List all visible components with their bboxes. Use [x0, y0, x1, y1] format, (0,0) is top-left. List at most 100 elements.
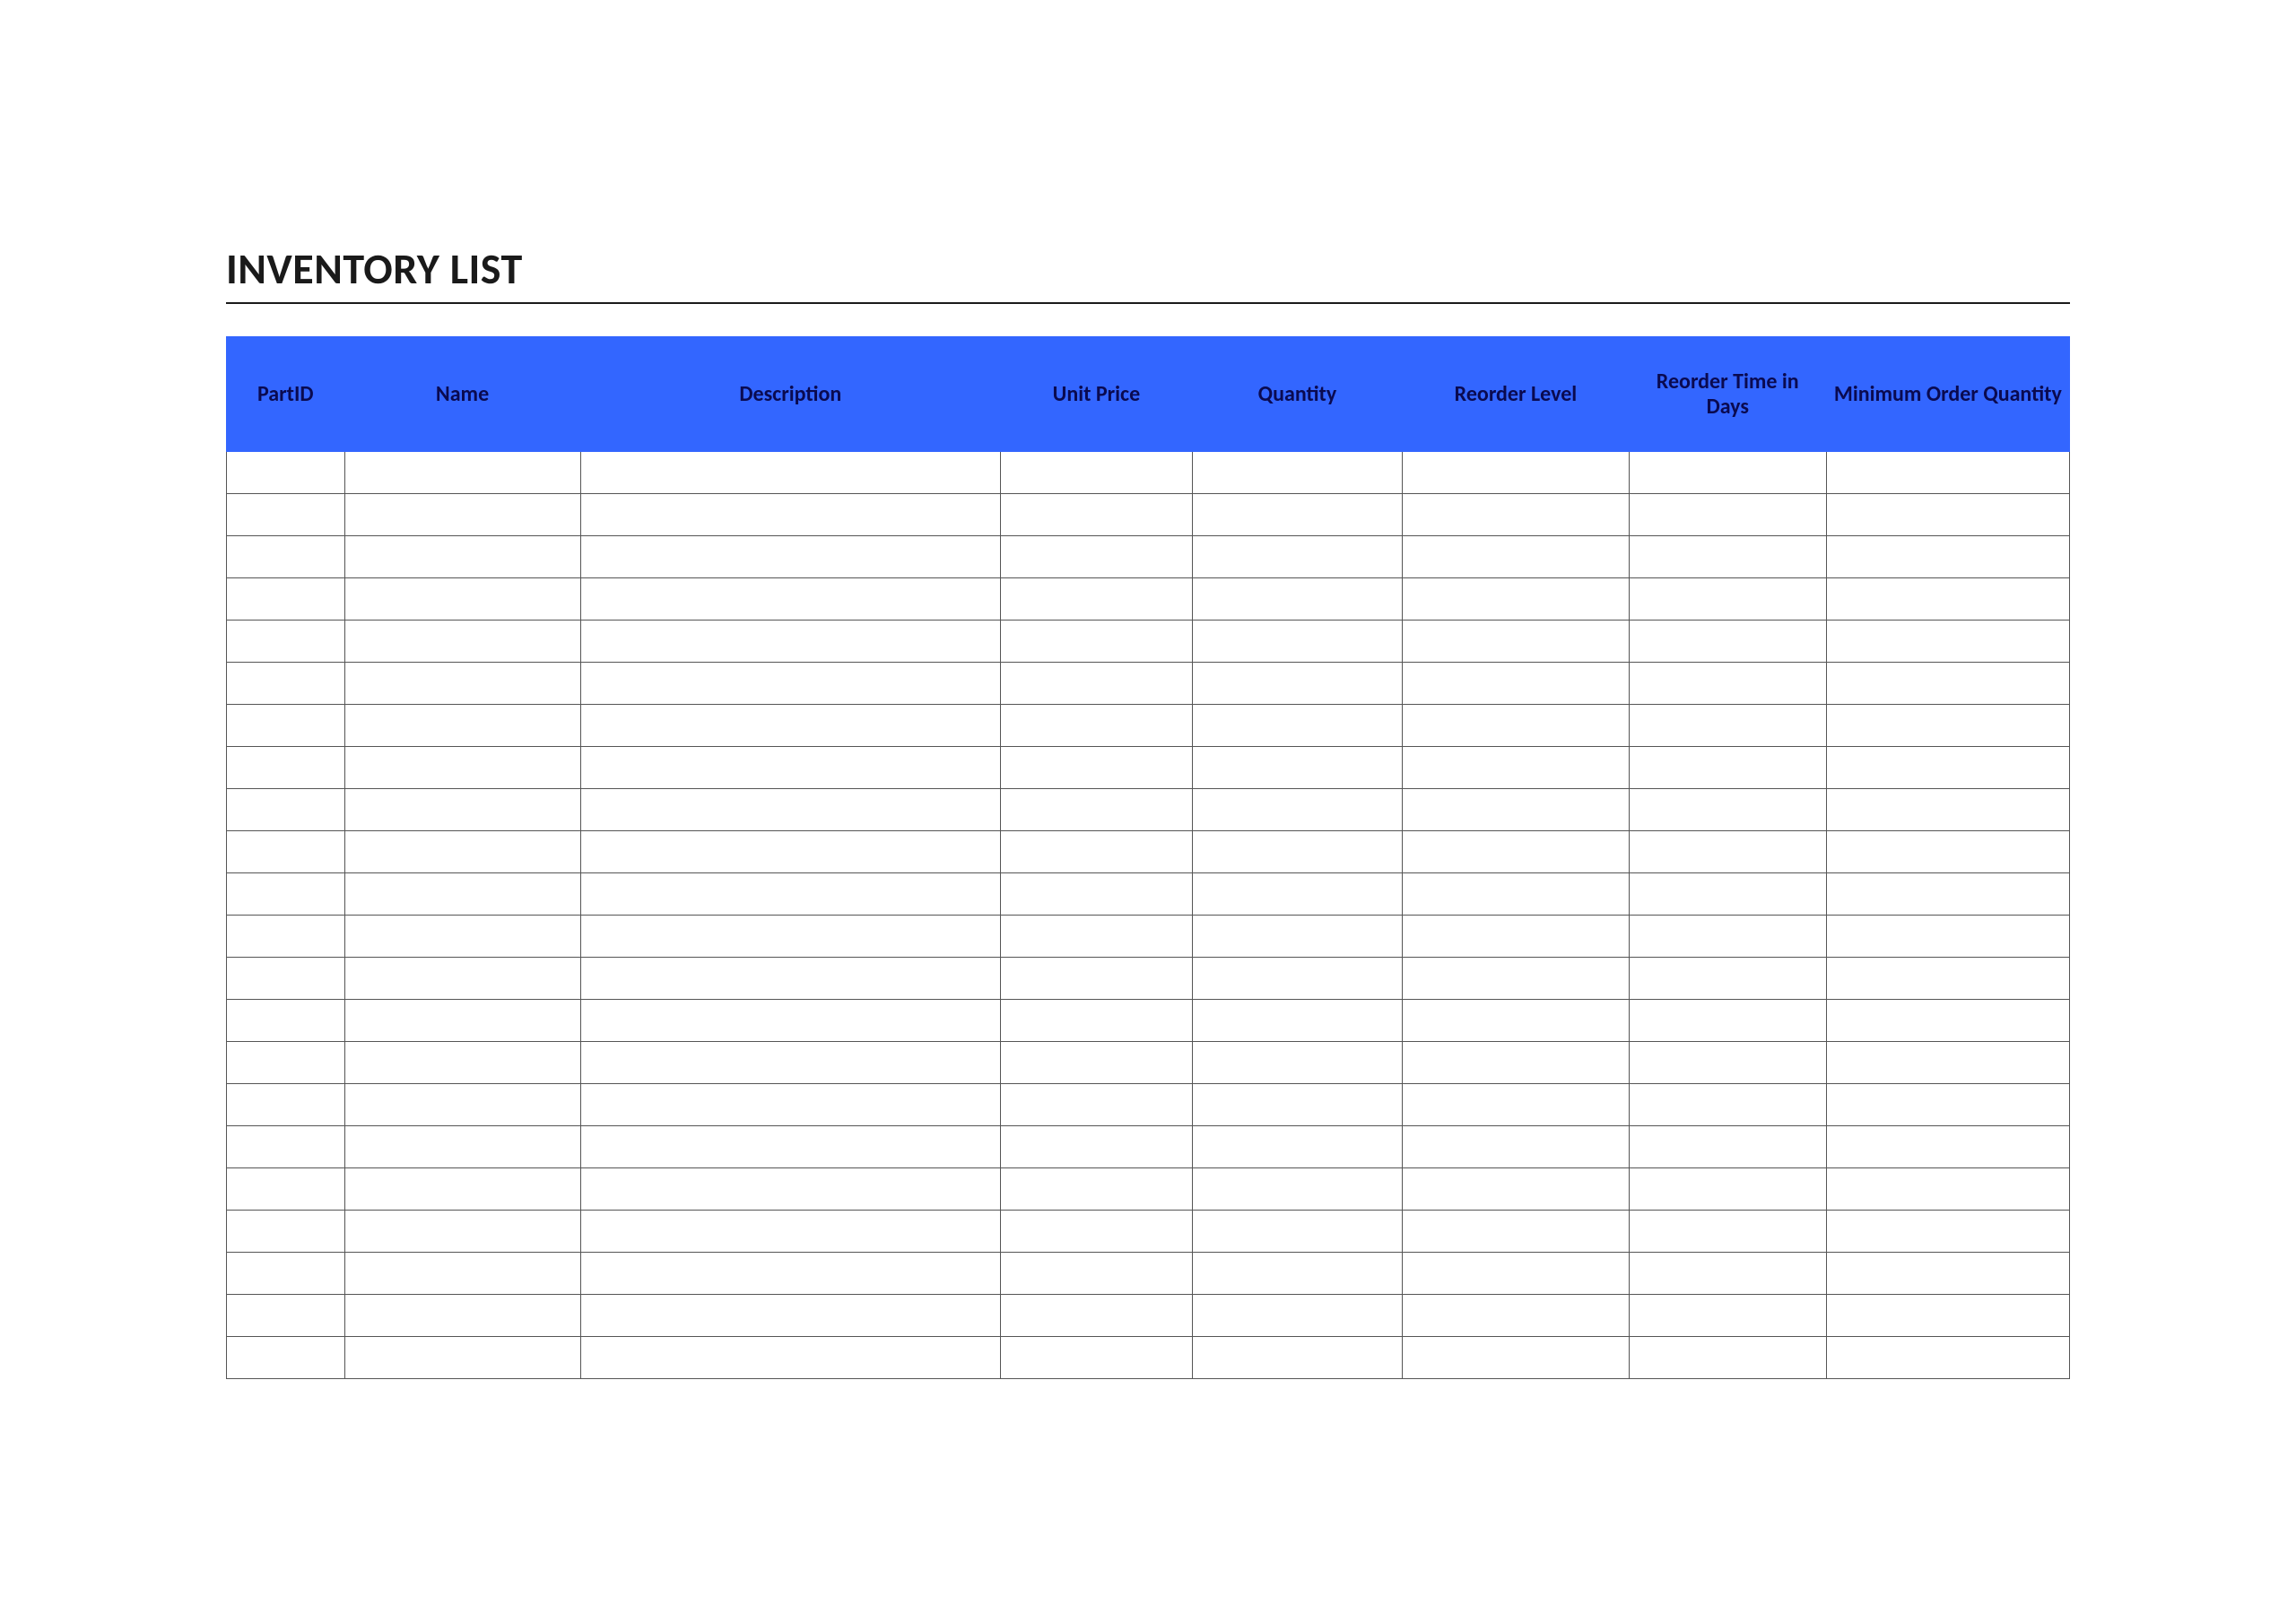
table-cell[interactable]: [1826, 747, 2069, 789]
table-cell[interactable]: [580, 1084, 1001, 1126]
table-cell[interactable]: [1001, 1211, 1193, 1253]
table-cell[interactable]: [1403, 873, 1630, 916]
table-cell[interactable]: [580, 705, 1001, 747]
table-cell[interactable]: [1001, 1253, 1193, 1295]
table-cell[interactable]: [1629, 831, 1826, 873]
table-cell[interactable]: [580, 1211, 1001, 1253]
table-cell[interactable]: [1629, 1211, 1826, 1253]
table-cell[interactable]: [227, 1084, 345, 1126]
table-cell[interactable]: [1629, 536, 1826, 578]
table-cell[interactable]: [1192, 494, 1402, 536]
table-cell[interactable]: [580, 1126, 1001, 1168]
table-cell[interactable]: [1001, 873, 1193, 916]
table-cell[interactable]: [1192, 578, 1402, 621]
table-cell[interactable]: [1629, 958, 1826, 1000]
table-cell[interactable]: [1001, 958, 1193, 1000]
table-cell[interactable]: [1826, 578, 2069, 621]
table-cell[interactable]: [580, 621, 1001, 663]
table-cell[interactable]: [1629, 1084, 1826, 1126]
table-cell[interactable]: [1001, 1168, 1193, 1211]
table-cell[interactable]: [344, 578, 580, 621]
table-cell[interactable]: [580, 958, 1001, 1000]
table-cell[interactable]: [1192, 1168, 1402, 1211]
table-cell[interactable]: [1403, 1168, 1630, 1211]
table-cell[interactable]: [1001, 1084, 1193, 1126]
table-cell[interactable]: [1403, 705, 1630, 747]
table-cell[interactable]: [1001, 663, 1193, 705]
table-cell[interactable]: [580, 831, 1001, 873]
table-cell[interactable]: [1826, 1168, 2069, 1211]
table-cell[interactable]: [227, 747, 345, 789]
table-cell[interactable]: [1001, 1337, 1193, 1379]
table-cell[interactable]: [1403, 747, 1630, 789]
table-cell[interactable]: [1826, 1295, 2069, 1337]
table-cell[interactable]: [344, 494, 580, 536]
table-cell[interactable]: [1403, 621, 1630, 663]
table-cell[interactable]: [580, 663, 1001, 705]
table-cell[interactable]: [1001, 494, 1193, 536]
table-cell[interactable]: [1826, 705, 2069, 747]
table-cell[interactable]: [227, 452, 345, 494]
table-cell[interactable]: [1001, 578, 1193, 621]
table-cell[interactable]: [1192, 831, 1402, 873]
table-cell[interactable]: [1403, 1295, 1630, 1337]
table-cell[interactable]: [1826, 1042, 2069, 1084]
table-cell[interactable]: [1403, 1126, 1630, 1168]
table-cell[interactable]: [1826, 1211, 2069, 1253]
table-cell[interactable]: [1192, 1126, 1402, 1168]
table-cell[interactable]: [1403, 789, 1630, 831]
table-cell[interactable]: [227, 831, 345, 873]
table-cell[interactable]: [1826, 958, 2069, 1000]
table-cell[interactable]: [1192, 1295, 1402, 1337]
table-cell[interactable]: [344, 1168, 580, 1211]
table-cell[interactable]: [1826, 789, 2069, 831]
table-cell[interactable]: [1001, 1126, 1193, 1168]
table-cell[interactable]: [227, 789, 345, 831]
table-cell[interactable]: [1629, 1337, 1826, 1379]
table-cell[interactable]: [580, 1000, 1001, 1042]
table-cell[interactable]: [1826, 663, 2069, 705]
table-cell[interactable]: [1826, 452, 2069, 494]
table-cell[interactable]: [1192, 916, 1402, 958]
table-cell[interactable]: [1192, 873, 1402, 916]
table-cell[interactable]: [227, 1168, 345, 1211]
table-cell[interactable]: [1192, 452, 1402, 494]
table-cell[interactable]: [1001, 536, 1193, 578]
table-cell[interactable]: [344, 1000, 580, 1042]
table-cell[interactable]: [1192, 705, 1402, 747]
table-cell[interactable]: [1192, 1042, 1402, 1084]
table-cell[interactable]: [344, 663, 580, 705]
table-cell[interactable]: [227, 705, 345, 747]
table-cell[interactable]: [1629, 873, 1826, 916]
table-cell[interactable]: [344, 789, 580, 831]
table-cell[interactable]: [1826, 873, 2069, 916]
table-cell[interactable]: [344, 1126, 580, 1168]
table-cell[interactable]: [1001, 1042, 1193, 1084]
table-cell[interactable]: [344, 873, 580, 916]
table-cell[interactable]: [580, 873, 1001, 916]
table-cell[interactable]: [1629, 1126, 1826, 1168]
table-cell[interactable]: [1403, 916, 1630, 958]
table-cell[interactable]: [227, 578, 345, 621]
table-cell[interactable]: [1192, 1211, 1402, 1253]
table-cell[interactable]: [580, 1295, 1001, 1337]
table-cell[interactable]: [227, 1337, 345, 1379]
table-cell[interactable]: [580, 1168, 1001, 1211]
table-cell[interactable]: [227, 1000, 345, 1042]
table-cell[interactable]: [1001, 452, 1193, 494]
table-cell[interactable]: [580, 452, 1001, 494]
table-cell[interactable]: [1826, 1337, 2069, 1379]
table-cell[interactable]: [227, 1126, 345, 1168]
table-cell[interactable]: [227, 873, 345, 916]
table-cell[interactable]: [580, 1042, 1001, 1084]
table-cell[interactable]: [1629, 1168, 1826, 1211]
table-cell[interactable]: [344, 1295, 580, 1337]
table-cell[interactable]: [1629, 578, 1826, 621]
table-cell[interactable]: [1192, 663, 1402, 705]
table-cell[interactable]: [344, 621, 580, 663]
table-cell[interactable]: [1826, 1253, 2069, 1295]
table-cell[interactable]: [1629, 663, 1826, 705]
table-cell[interactable]: [1403, 494, 1630, 536]
table-cell[interactable]: [344, 958, 580, 1000]
table-cell[interactable]: [344, 747, 580, 789]
